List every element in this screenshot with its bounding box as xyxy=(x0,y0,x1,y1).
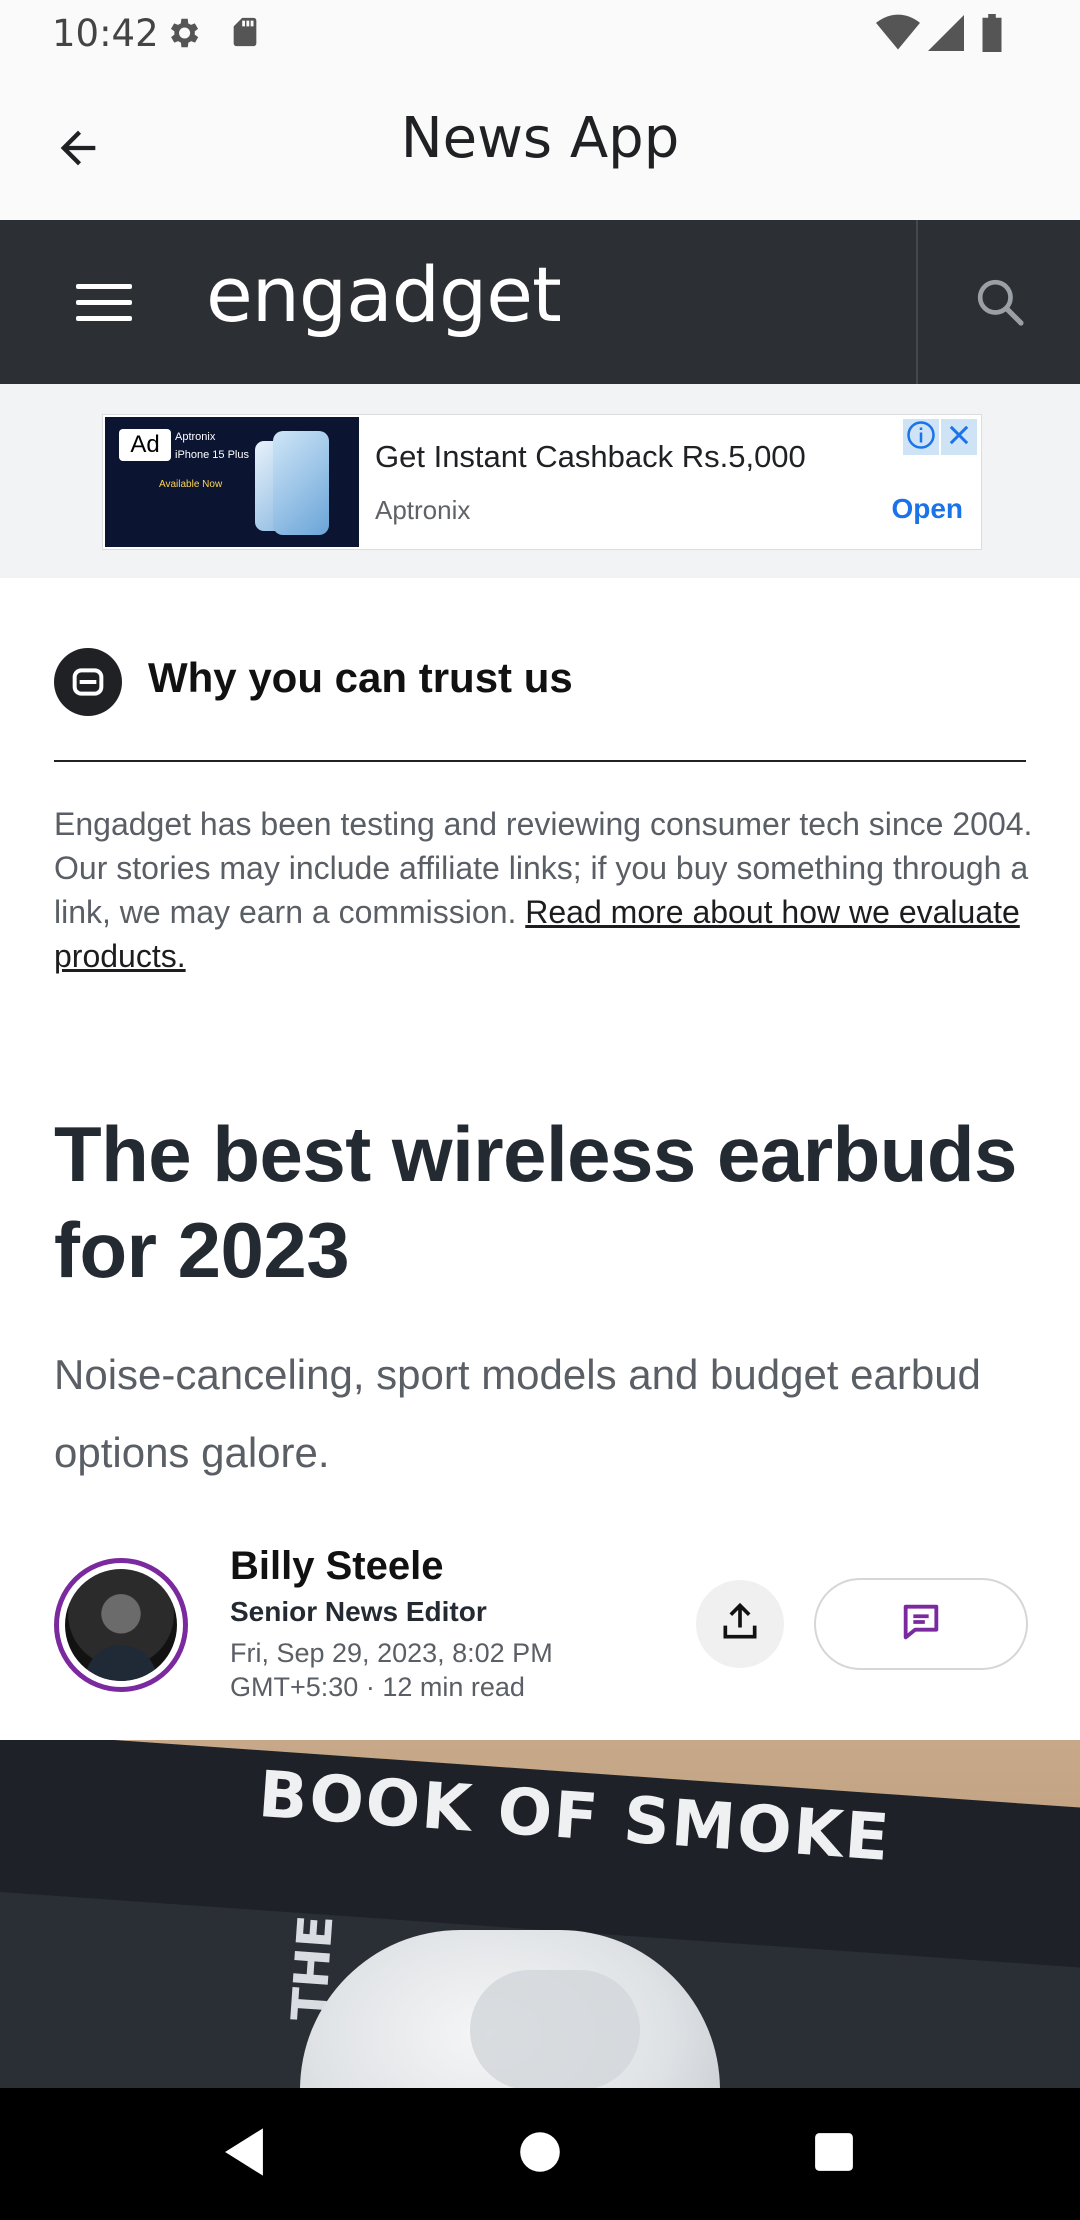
ad-image-model: iPhone 15 Plus xyxy=(175,449,249,461)
nav-recents-button[interactable] xyxy=(794,2118,874,2190)
search-button[interactable] xyxy=(960,264,1040,344)
share-icon xyxy=(718,1600,762,1649)
back-triangle-icon xyxy=(220,2126,268,2183)
read-time: 12 min read xyxy=(382,1672,525,1702)
hamburger-menu-icon xyxy=(76,283,132,289)
comments-button[interactable] xyxy=(814,1578,1028,1670)
trust-title: Why you can trust us xyxy=(148,654,573,701)
ad-phone-image xyxy=(273,431,329,535)
search-icon xyxy=(972,274,1028,335)
info-icon xyxy=(906,420,936,455)
trust-divider xyxy=(54,760,1026,762)
earbuds-case-lid xyxy=(470,1970,640,2088)
ad-image-availability: Available Now xyxy=(159,479,223,490)
ad-open-button[interactable]: Open xyxy=(891,493,963,525)
publish-date: Fri, Sep 29, 2023, 8:02 PM xyxy=(230,1638,553,1668)
nav-home-button[interactable] xyxy=(500,2118,580,2190)
trust-body: Engadget has been testing and reviewing … xyxy=(54,802,1040,978)
app-bar: News App xyxy=(0,64,1080,220)
share-button[interactable] xyxy=(696,1580,784,1668)
comment-icon xyxy=(898,1599,944,1650)
sd-card-icon xyxy=(228,14,262,55)
author-photo xyxy=(65,1569,177,1681)
ad-card[interactable]: Ad Aptronix iPhone 15 Plus Available Now… xyxy=(102,414,982,550)
system-nav-bar xyxy=(0,2088,1080,2220)
nav-back-button[interactable] xyxy=(204,2118,284,2190)
ad-advertiser: Aptronix xyxy=(375,495,471,525)
close-icon xyxy=(945,421,973,454)
ad-headline[interactable]: Get Instant Cashback Rs.5,000 xyxy=(375,439,806,475)
site-header: engadget xyxy=(0,220,1080,384)
status-time: 10:42 xyxy=(52,12,159,55)
signal-icon xyxy=(928,14,964,57)
app-title: News App xyxy=(400,106,680,171)
ad-close-button[interactable] xyxy=(941,419,977,455)
settings-icon xyxy=(164,14,202,57)
hero-image[interactable]: BOOK OF SMOKE THE xyxy=(0,1740,1080,2088)
menu-button[interactable] xyxy=(64,266,144,338)
author-role: Senior News Editor xyxy=(230,1596,487,1627)
article-subhead: Noise-canceling, sport models and budget… xyxy=(54,1351,981,1476)
hamburger-line xyxy=(76,299,132,305)
article-headline: The best wireless earbuds for 2023 xyxy=(54,1110,1017,1294)
ad-image[interactable]: Ad Aptronix iPhone 15 Plus Available Now xyxy=(105,417,359,547)
ad-info-button[interactable] xyxy=(903,419,939,455)
status-bar: 10:42 xyxy=(0,0,1080,64)
author-name[interactable]: Billy Steele xyxy=(230,1544,443,1589)
battery-icon xyxy=(980,14,1004,57)
hamburger-line xyxy=(76,315,132,321)
meta-separator: · xyxy=(365,1672,375,1702)
ad-area: Ad Aptronix iPhone 15 Plus Available Now… xyxy=(0,384,1080,578)
ad-image-brand: Aptronix xyxy=(175,431,216,443)
avatar[interactable] xyxy=(54,1558,188,1692)
engadget-e-logo-icon xyxy=(54,648,122,716)
article-meta: Fri, Sep 29, 2023, 8:02 PM GMT+5:30 · 12… xyxy=(230,1636,570,1704)
recents-square-icon xyxy=(813,2131,855,2178)
ad-badge: Ad xyxy=(119,429,171,461)
site-logo[interactable]: engadget xyxy=(206,250,562,339)
header-divider xyxy=(916,220,918,384)
timezone: GMT+5:30 xyxy=(230,1672,359,1702)
home-circle-icon xyxy=(518,2130,562,2179)
wifi-icon xyxy=(876,14,920,57)
